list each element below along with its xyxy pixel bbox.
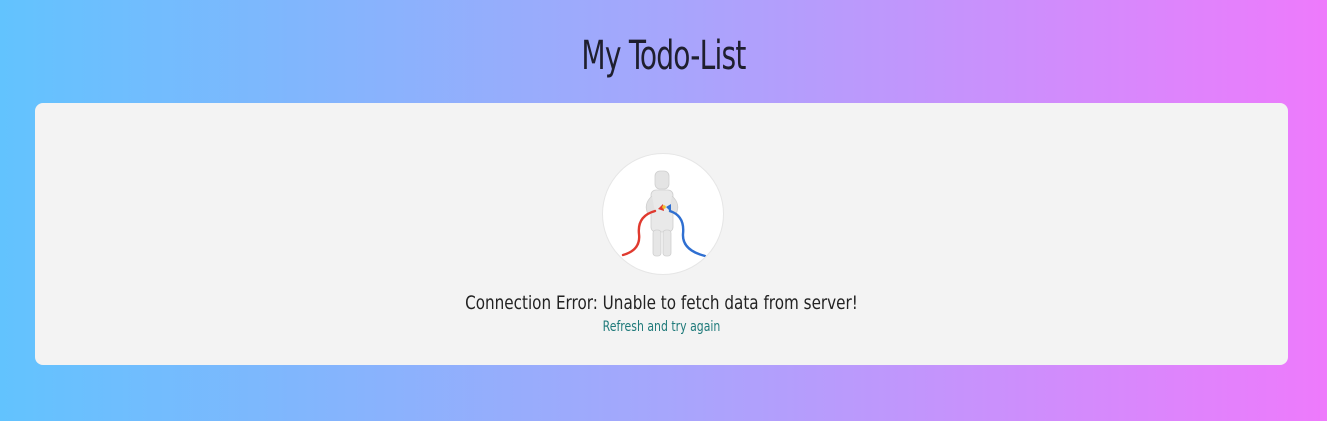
error-card: Connection Error: Unable to fetch data f…: [35, 103, 1288, 365]
unplugged-cable-person-icon: [621, 170, 707, 258]
refresh-and-retry-link[interactable]: Refresh and try again: [173, 318, 1150, 336]
page-title: My Todo-List: [581, 33, 746, 79]
connection-error-illustration: [602, 153, 724, 275]
connection-error-message: Connection Error: Unable to fetch data f…: [465, 292, 858, 314]
